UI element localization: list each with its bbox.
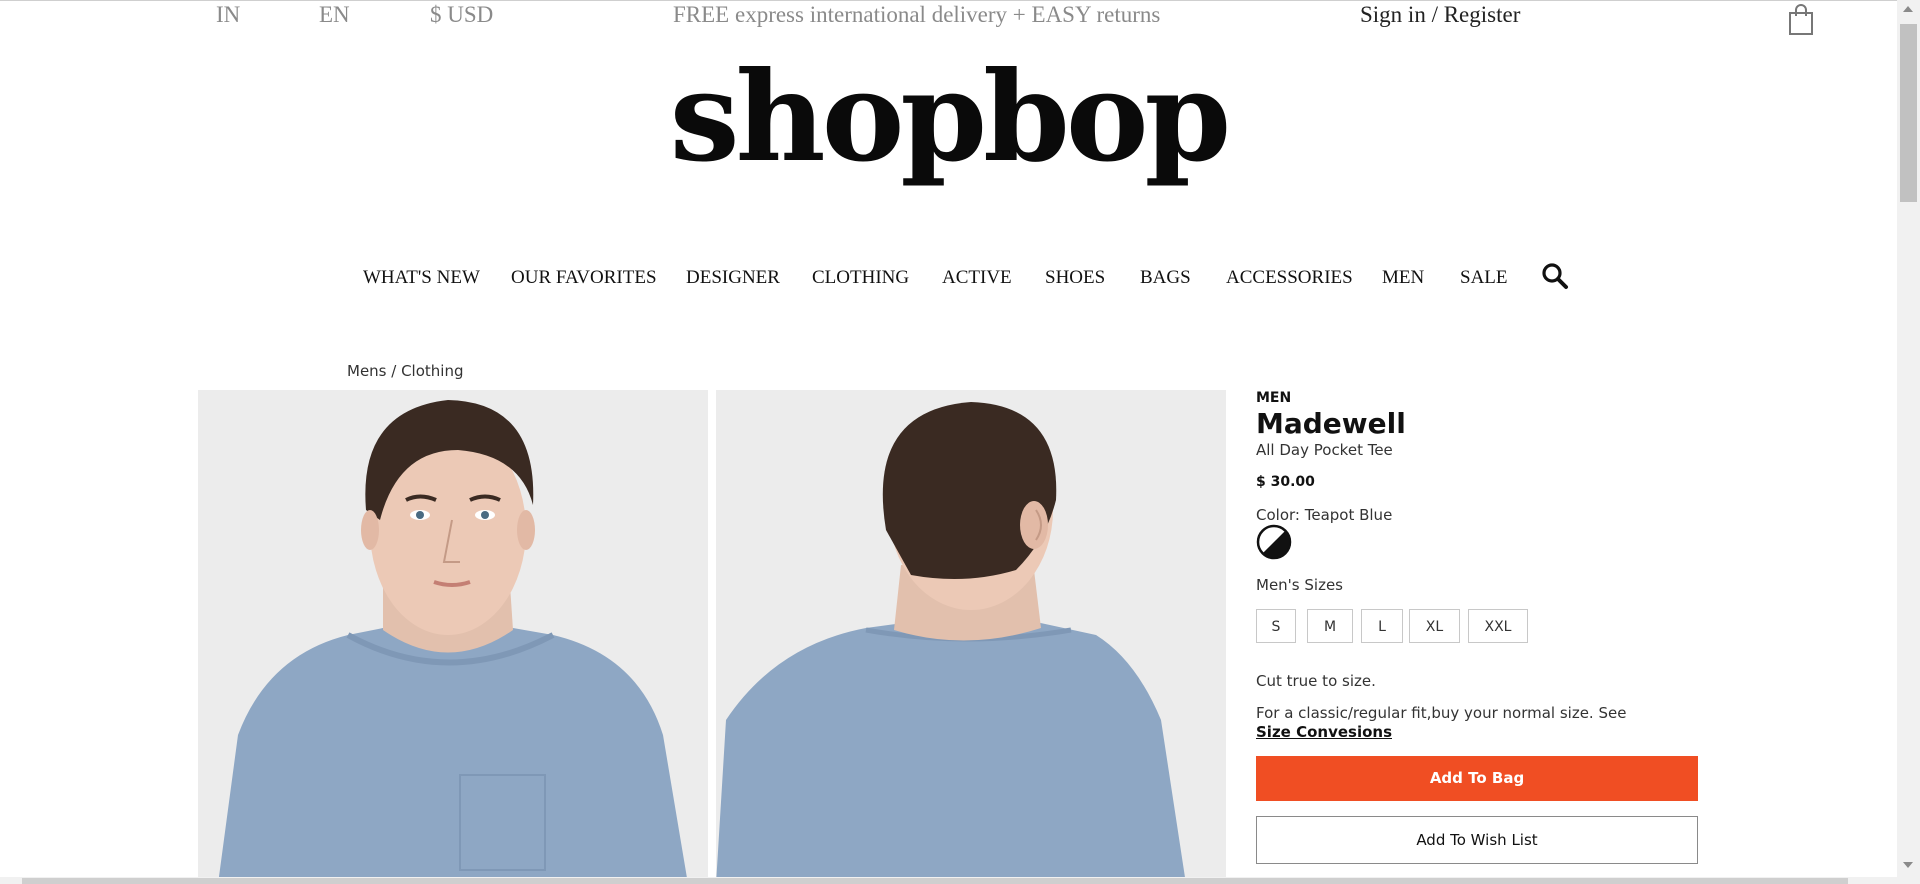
product-department[interactable]: MEN: [1256, 390, 1291, 406]
shopbop-logo[interactable]: shopbop: [0, 38, 1897, 198]
nav-item-men[interactable]: MEN: [1382, 263, 1424, 293]
horizontal-scrollbar-thumb[interactable]: [22, 878, 1848, 884]
nav-item-designer[interactable]: DESIGNER: [686, 263, 780, 293]
fit-note: Cut true to size.: [1256, 672, 1376, 690]
product-brand[interactable]: Madewell: [1256, 407, 1406, 440]
search-icon[interactable]: [1541, 262, 1569, 290]
country-selector[interactable]: IN: [216, 0, 240, 30]
nav-item-shoes[interactable]: SHOES: [1045, 263, 1105, 293]
add-to-bag-button[interactable]: Add To Bag: [1256, 756, 1698, 801]
color-swatch-teapot-blue[interactable]: [1256, 524, 1292, 560]
product-name: All Day Pocket Tee: [1256, 441, 1393, 459]
sign-in-link[interactable]: Sign in / Register: [1360, 0, 1520, 30]
size-button-xl[interactable]: XL: [1409, 609, 1460, 643]
size-button-s[interactable]: S: [1256, 609, 1296, 643]
nav-item-accessories[interactable]: ACCESSORIES: [1226, 263, 1353, 293]
size-button-m[interactable]: M: [1307, 609, 1353, 643]
product-image-back[interactable]: [716, 390, 1226, 884]
nav-item-our-favorites[interactable]: OUR FAVORITES: [511, 263, 657, 293]
breadcrumb[interactable]: Mens / Clothing: [347, 362, 463, 380]
nav-item-active[interactable]: ACTIVE: [942, 263, 1012, 293]
vertical-scrollbar-thumb[interactable]: [1900, 24, 1917, 202]
nav-item-clothing[interactable]: CLOTHING: [812, 263, 909, 293]
currency-selector[interactable]: $ USD: [430, 0, 493, 30]
scroll-down-arrow-icon[interactable]: [1903, 862, 1913, 868]
scroll-up-arrow-icon[interactable]: [1903, 6, 1913, 12]
product-image-front[interactable]: [198, 390, 708, 884]
color-label: Color: Teapot Blue: [1256, 506, 1393, 524]
size-button-xxl[interactable]: XXL: [1468, 609, 1528, 643]
language-selector[interactable]: EN: [319, 0, 350, 30]
fit-detail: For a classic/regular fit,buy your norma…: [1256, 704, 1627, 722]
size-conversions-link[interactable]: Size Convesions: [1256, 723, 1392, 741]
nav-item-whats-new[interactable]: WHAT'S NEW: [363, 263, 480, 293]
sizes-label: Men's Sizes: [1256, 576, 1343, 594]
add-to-wishlist-button[interactable]: Add To Wish List: [1256, 816, 1698, 864]
promo-banner[interactable]: FREE express international delivery + EA…: [673, 0, 1160, 30]
nav-item-sale[interactable]: SALE: [1460, 263, 1508, 293]
shopping-bag-icon[interactable]: [1788, 4, 1814, 36]
nav-item-bags[interactable]: BAGS: [1140, 263, 1191, 293]
size-button-l[interactable]: L: [1361, 609, 1403, 643]
product-price: $ 30.00: [1256, 474, 1315, 490]
